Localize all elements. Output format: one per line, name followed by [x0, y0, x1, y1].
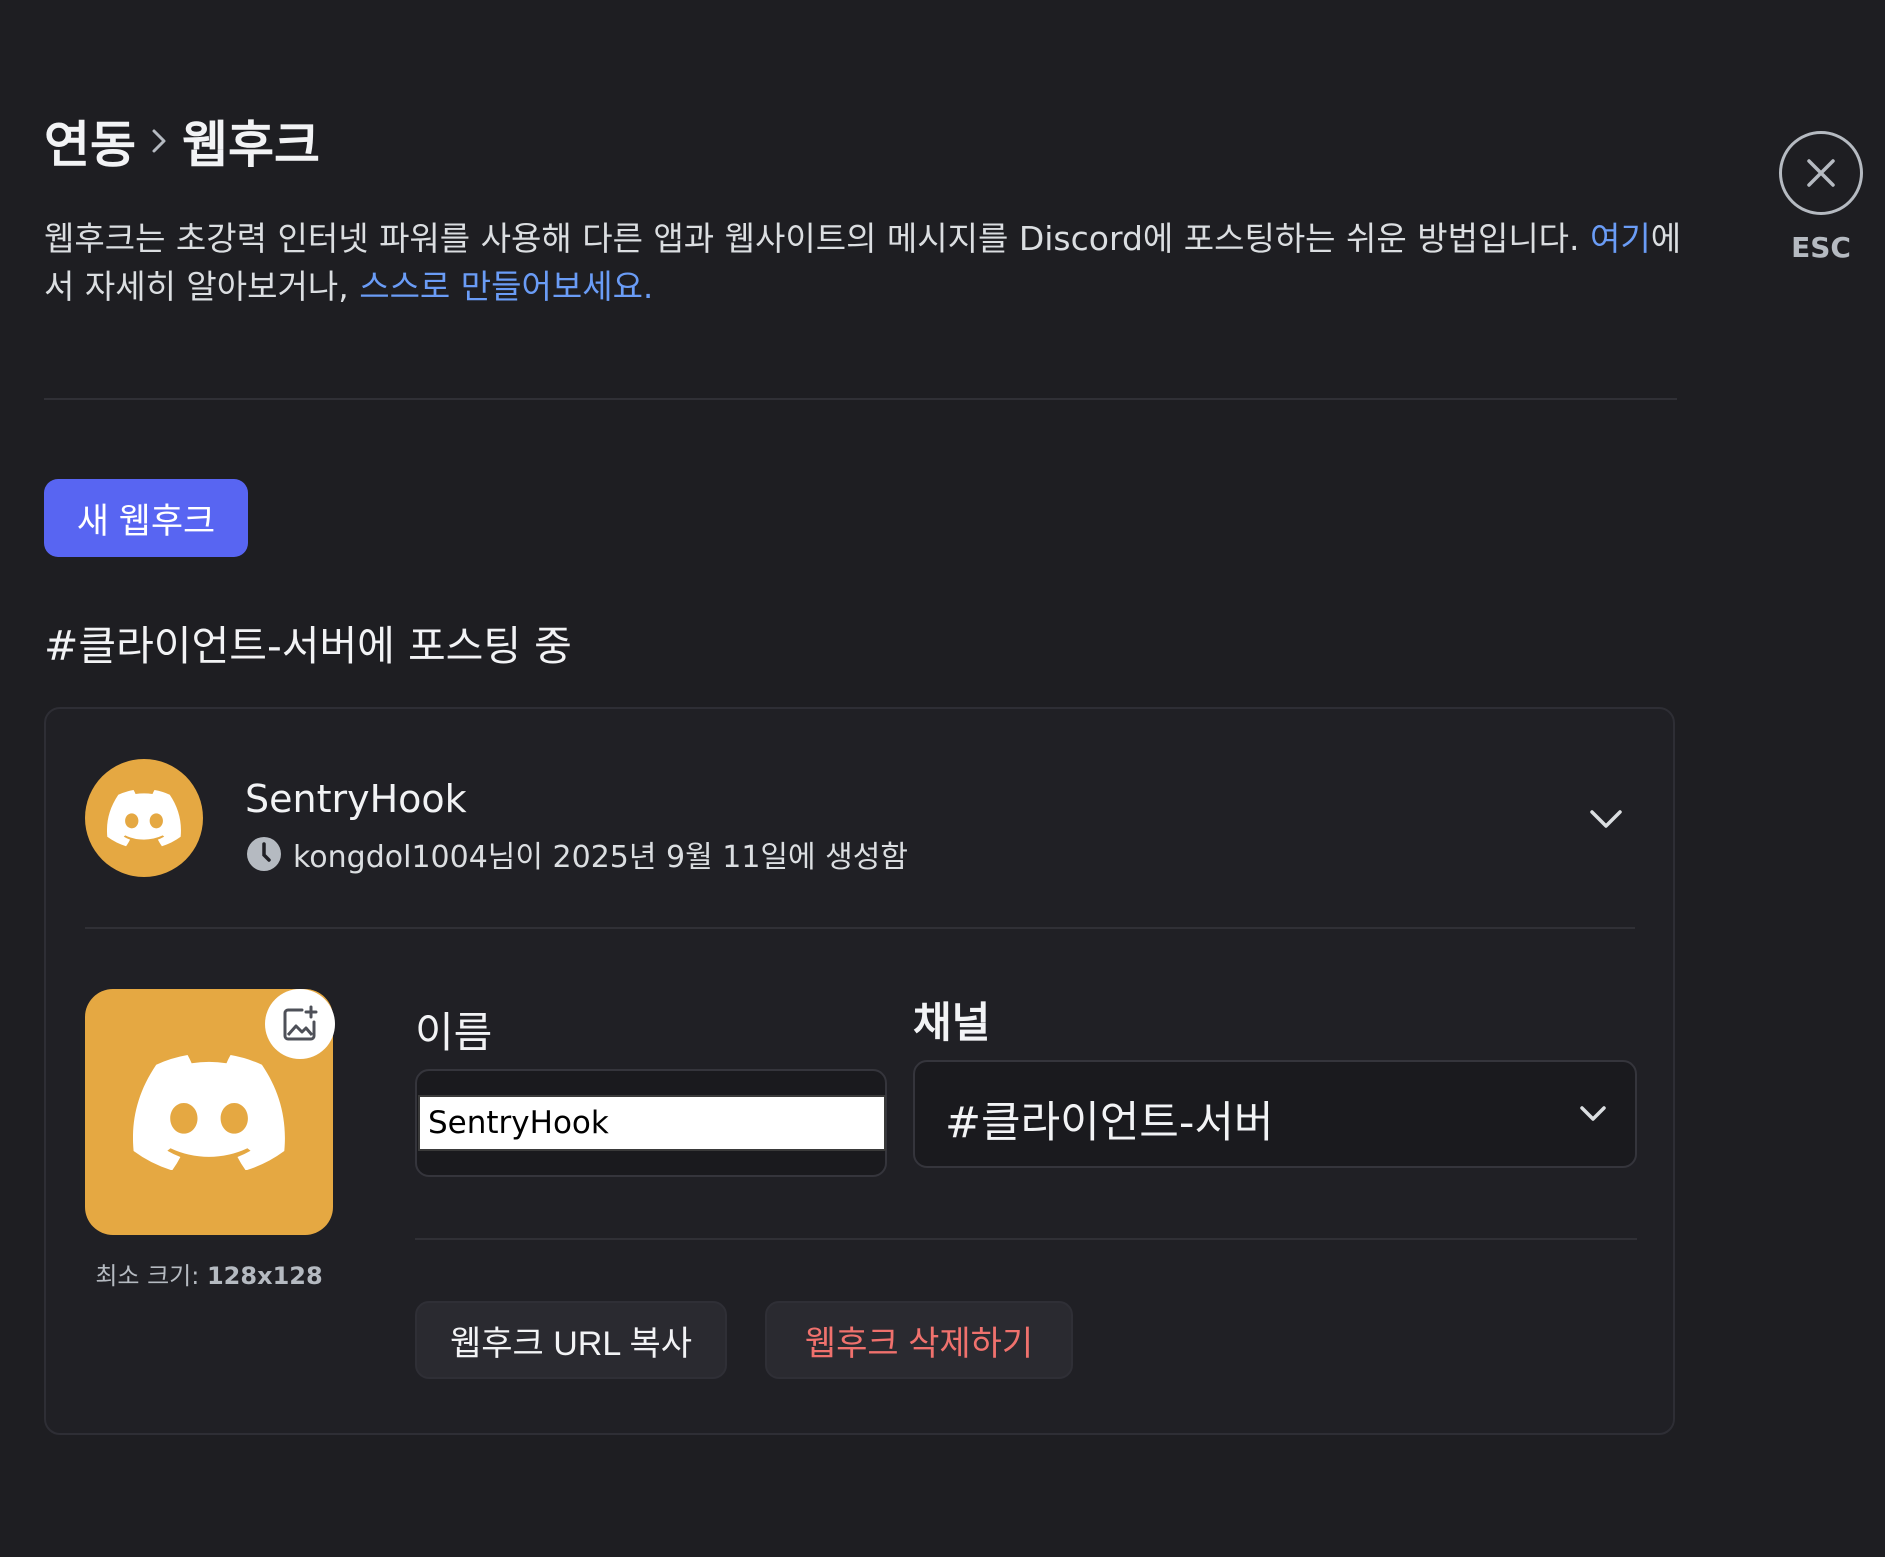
- image-add-icon: [283, 1005, 318, 1041]
- channel-select[interactable]: #클라이언트-서버: [913, 1060, 1637, 1168]
- chevron-right-icon: [152, 129, 166, 153]
- learn-more-link[interactable]: 여기: [1590, 219, 1651, 258]
- avatar: [85, 759, 203, 877]
- channel-select-value: #클라이언트-서버: [945, 1098, 1274, 1148]
- form-divider: [415, 1238, 1637, 1240]
- close-icon: [1807, 159, 1835, 187]
- webhook-avatar-upload[interactable]: [85, 989, 335, 1235]
- webhook-settings-page: 연동 웹후크 웹후크는 초강력 인터넷 파워를 사용해 다른 앱과 웹사이트의 …: [0, 0, 1885, 1557]
- name-field-wrapper: [415, 1069, 887, 1177]
- clock-icon: [247, 837, 281, 871]
- section-divider: [44, 398, 1677, 400]
- chevron-down-icon: [1580, 1106, 1606, 1121]
- posting-channel-heading: #클라이언트-서버에 포스팅 중: [44, 622, 572, 670]
- breadcrumb: 연동 웹후크: [44, 105, 320, 177]
- discord-logo-icon: [133, 1054, 285, 1170]
- name-field-label: 이름: [415, 1008, 493, 1057]
- description-text: 웹후크는 초강력 인터넷 파워를 사용해 다른 앱과 웹사이트의 메시지를 Di…: [44, 219, 1591, 258]
- esc-label: ESC: [1791, 231, 1851, 264]
- page-description: 웹후크는 초강력 인터넷 파워를 사용해 다른 앱과 웹사이트의 메시지를 Di…: [44, 215, 1684, 311]
- close-area: ESC: [1776, 131, 1866, 264]
- card-divider: [85, 927, 1635, 929]
- min-size-hint: 최소 크기: 128x128: [85, 1256, 333, 1291]
- delete-webhook-button[interactable]: 웹후크 삭제하기: [765, 1301, 1073, 1379]
- webhook-card: SentryHook kongdol1004님이 2025년 9월 11일에 생…: [44, 707, 1675, 1435]
- breadcrumb-current: 웹후크: [182, 116, 320, 174]
- webhook-name-input[interactable]: [418, 1095, 886, 1151]
- webhook-card-header[interactable]: SentryHook kongdol1004님이 2025년 9월 11일에 생…: [85, 759, 1634, 879]
- build-your-own-link[interactable]: 스스로 만들어보세요.: [359, 267, 653, 306]
- new-webhook-button[interactable]: 새 웹후크: [44, 479, 248, 557]
- upload-image-button[interactable]: [265, 989, 335, 1059]
- webhook-name: SentryHook: [245, 777, 467, 821]
- min-size-label: 최소 크기:: [95, 1262, 207, 1290]
- breadcrumb-parent[interactable]: 연동: [44, 105, 136, 177]
- webhook-created-meta: kongdol1004님이 2025년 9월 11일에 생성함: [245, 832, 908, 876]
- discord-logo-icon: [107, 790, 181, 847]
- channel-field-label: 채널: [913, 998, 991, 1047]
- close-button[interactable]: [1779, 131, 1863, 215]
- min-size-value: 128x128: [206, 1262, 323, 1290]
- chevron-down-icon[interactable]: [1584, 797, 1628, 841]
- created-text: kongdol1004님이 2025년 9월 11일에 생성함: [293, 840, 908, 875]
- copy-webhook-url-button[interactable]: 웹후크 URL 복사: [415, 1301, 727, 1379]
